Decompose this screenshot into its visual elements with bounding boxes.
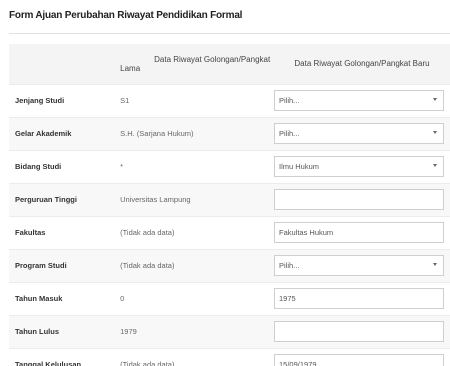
new-value-select[interactable]: Pilih...: [274, 255, 444, 276]
table-row: Tahun Lulus 1979: [9, 315, 450, 348]
select-value: Ilmu Hukum: [279, 162, 320, 171]
old-value: *: [120, 162, 124, 171]
caret-down-icon: [433, 263, 437, 266]
header-old-data: Data Riwayat Golongan/Pangkat Lama: [120, 44, 274, 84]
new-value-cell: [274, 183, 450, 216]
new-value-input[interactable]: [274, 189, 444, 210]
old-value: S.H. (Sarjana Hukum): [120, 129, 194, 138]
table-row: Program Studi (Tidak ada data) Pilih...: [9, 249, 450, 282]
select-value: Pilih...: [279, 129, 300, 138]
change-request-table: Data Riwayat Golongan/Pangkat Lama Data …: [9, 44, 450, 366]
new-value-cell: 1975: [274, 282, 450, 315]
field-label: Perguruan Tinggi: [15, 195, 77, 204]
table-row: Fakultas (Tidak ada data) Fakultas Hukum: [9, 216, 450, 249]
old-value: Universitas Lampung: [120, 195, 191, 204]
header-new-data: Data Riwayat Golongan/Pangkat Baru: [294, 59, 430, 69]
new-value-cell: 15/09/1979: [274, 348, 450, 366]
select-value: Pilih...: [279, 261, 300, 270]
new-value-cell: Ilmu Hukum: [274, 150, 450, 183]
table-row: Tahun Masuk 0 1975: [9, 282, 450, 315]
old-value: 1979: [120, 327, 137, 336]
old-value: (Tidak ada data): [120, 360, 175, 366]
new-value-input[interactable]: Fakultas Hukum: [274, 222, 444, 243]
field-label: Jenjang Studi: [15, 96, 65, 105]
caret-down-icon: [433, 131, 437, 134]
table-row: Bidang Studi * Ilmu Hukum: [9, 150, 450, 183]
table-row: Tanggal Kelulusan (Tidak ada data) 15/09/1…: [9, 348, 450, 366]
new-value-cell: Pilih...: [274, 117, 450, 150]
field-label: Tahun Lulus: [15, 327, 60, 336]
old-value: (Tidak ada data): [120, 228, 175, 237]
old-value: 0: [120, 294, 125, 303]
header-old-data-text: Data Riwayat Golongan/Pangkat Lama: [120, 54, 271, 73]
new-value-cell: [274, 315, 450, 348]
page-title: Form Ajuan Perubahan Riwayat Pendidikan …: [9, 10, 243, 21]
field-label: Tahun Masuk: [15, 294, 63, 303]
table-body: Jenjang Studi S1 Pilih... Gelar Akademik S.H…: [9, 84, 450, 366]
table-header-row: Data Riwayat Golongan/Pangkat Lama Data …: [9, 44, 450, 84]
new-value-select[interactable]: Ilmu Hukum: [274, 156, 444, 177]
table-row: Jenjang Studi S1 Pilih...: [9, 84, 450, 117]
field-label: Gelar Akademik: [15, 129, 72, 138]
field-label: Tanggal Kelulusan: [15, 360, 82, 366]
new-value-input[interactable]: [274, 321, 444, 342]
caret-down-icon: [433, 164, 437, 167]
old-value: (Tidak ada data): [120, 261, 175, 270]
header-label-column: [9, 44, 120, 84]
new-value-input[interactable]: 1975: [274, 288, 444, 309]
caret-down-icon: [433, 98, 437, 101]
field-label: Bidang Studi: [15, 162, 62, 171]
field-label: Fakultas: [15, 228, 46, 237]
old-value: S1: [120, 96, 130, 105]
table-row: Perguruan Tinggi Universitas Lampung: [9, 183, 450, 216]
new-value-input[interactable]: 15/09/1979: [274, 354, 444, 366]
select-value: Pilih...: [279, 96, 300, 105]
new-value-select[interactable]: Pilih...: [274, 123, 444, 144]
new-value-select[interactable]: Pilih...: [274, 90, 444, 111]
new-value-cell: Pilih...: [274, 84, 450, 117]
new-value-cell: Fakultas Hukum: [274, 216, 450, 249]
field-label: Program Studi: [15, 261, 67, 270]
title-divider: [9, 33, 450, 34]
table-row: Gelar Akademik S.H. (Sarjana Hukum) Pilih.…: [9, 117, 450, 150]
new-value-cell: Pilih...: [274, 249, 450, 282]
